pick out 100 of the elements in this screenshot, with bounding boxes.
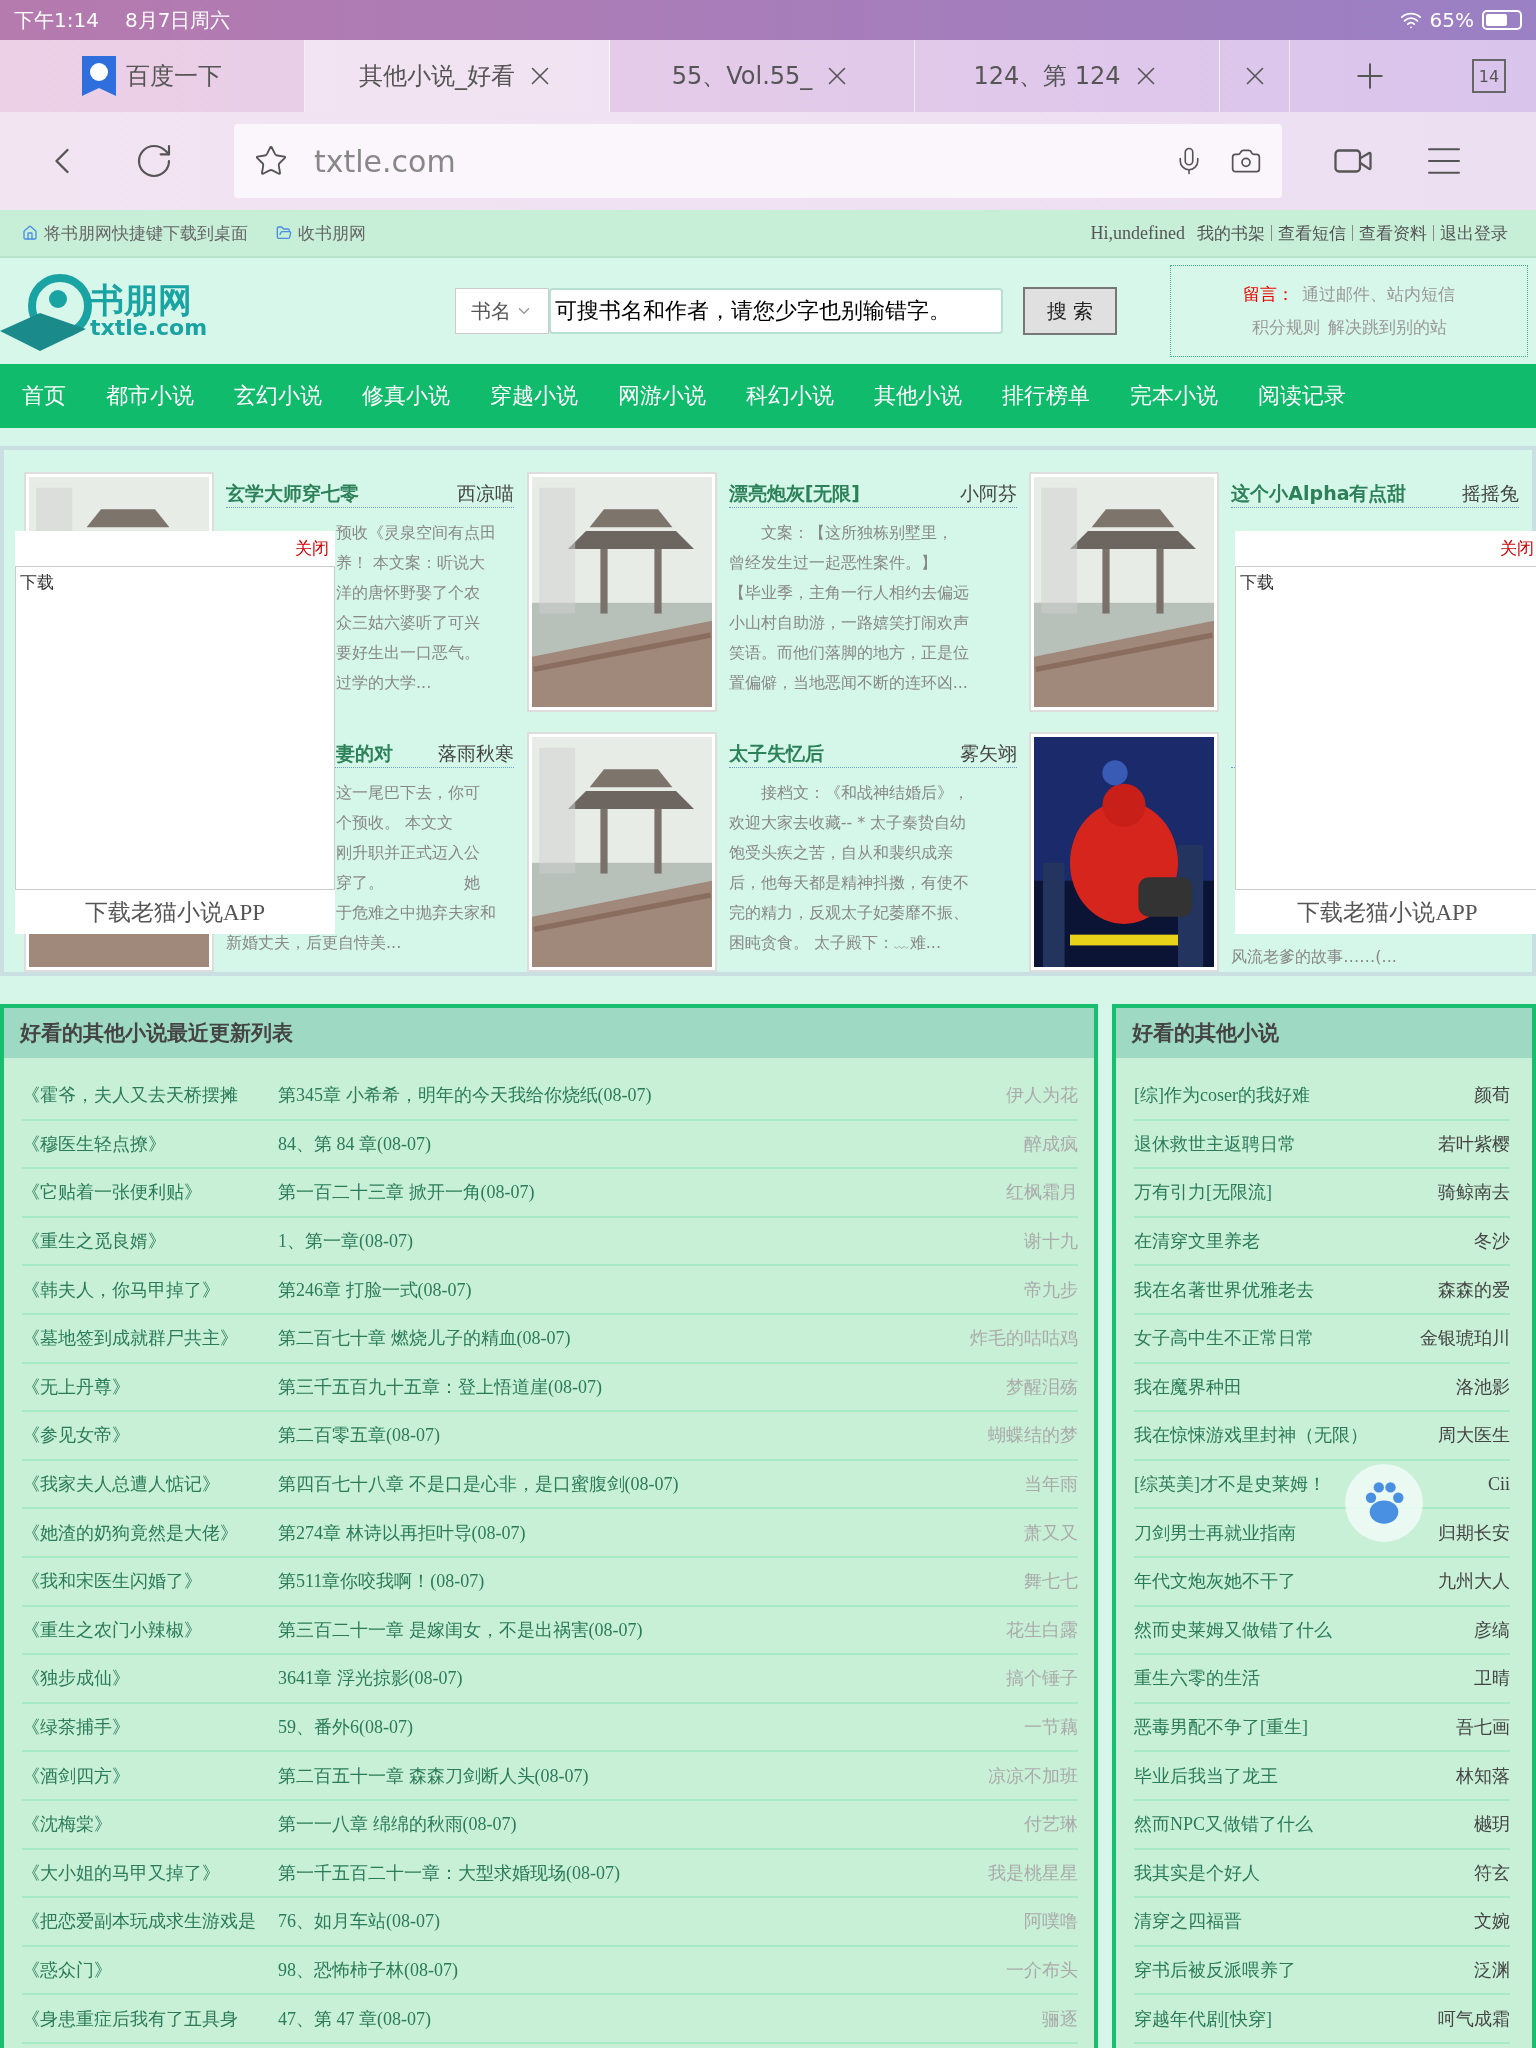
book-title[interactable]: [综英美]才不是史莱姆！ bbox=[1134, 1472, 1326, 1497]
account-link[interactable]: 查看短信 bbox=[1271, 225, 1352, 241]
book-title[interactable]: 《把恋爱副本玩成求生游戏是 bbox=[22, 1909, 278, 1934]
chapter-link[interactable]: 第四百七十八章 不是口是心非，是口蜜腹剑(08-07) bbox=[278, 1472, 1024, 1497]
chapter-link[interactable]: 98、恐怖柿子林(08-07) bbox=[278, 1958, 1006, 1982]
book-title[interactable]: 《独步成仙》 bbox=[22, 1666, 278, 1691]
notice-link[interactable]: 解决跳到别的站 bbox=[1327, 316, 1447, 339]
book-title[interactable]: 我其实是个好人 bbox=[1134, 1860, 1260, 1885]
chapter-link[interactable]: 第二百零五章(08-07) bbox=[278, 1423, 988, 1448]
book-title[interactable]: 《墓地签到成就群尸共主》 bbox=[22, 1326, 278, 1351]
nav-link[interactable]: 其他小说 bbox=[874, 381, 962, 411]
book-title[interactable]: 《我和宋医生闪婚了》 bbox=[22, 1569, 278, 1594]
tab-count[interactable]: 14 bbox=[1472, 59, 1506, 93]
nav-link[interactable]: 穿越小说 bbox=[490, 381, 578, 411]
book-title[interactable]: 《我家夫人总遭人惦记》 bbox=[22, 1472, 278, 1497]
nav-link[interactable]: 科幻小说 bbox=[746, 381, 834, 411]
book-title[interactable]: 《惑众门》 bbox=[22, 1958, 278, 1982]
top-link[interactable]: 将书朋网快捷键下载到桌面 bbox=[22, 221, 248, 245]
book-title[interactable]: 然而史莱姆又做错了什么 bbox=[1134, 1617, 1332, 1642]
panel-title: 好看的其他小说最近更新列表 bbox=[4, 1008, 1094, 1058]
book-title[interactable]: 这个小Alpha有点甜 bbox=[1231, 481, 1407, 507]
notice-link[interactable]: 积分规则 bbox=[1251, 316, 1320, 339]
book-title[interactable]: 《酒剑四方》 bbox=[22, 1763, 278, 1788]
book-title[interactable]: 穿书后被反派喂养了 bbox=[1134, 1958, 1296, 1982]
book-title[interactable]: 刀剑男士再就业指南 bbox=[1134, 1520, 1296, 1545]
search-field[interactable]: 可搜书名和作者，请您少字也别输错字。 bbox=[549, 288, 1003, 334]
close-link[interactable]: 关闭 bbox=[289, 531, 335, 566]
book-title[interactable]: 《身患重症后我有了五具身 bbox=[22, 2006, 278, 2031]
book-title[interactable]: 女子高中生不正常日常 bbox=[1134, 1326, 1314, 1351]
nav-link[interactable]: 首页 bbox=[22, 381, 66, 411]
chapter-link[interactable]: 76、如月车站(08-07) bbox=[278, 1909, 1024, 1934]
book-title[interactable]: 妻的对 bbox=[336, 741, 393, 767]
book-summary-line: 这一尾巴下去，你可 bbox=[336, 782, 481, 804]
address-bar[interactable]: txtle.com bbox=[234, 124, 1282, 198]
book-title[interactable]: 漂亮炮灰[无限] bbox=[728, 481, 861, 507]
nav-link[interactable]: 玄幻小说 bbox=[234, 381, 322, 411]
book-title[interactable]: 年代文炮灰她不干了 bbox=[1134, 1569, 1296, 1594]
chapter-link[interactable]: 第345章 小希希，明年的今天我给你烧纸(08-07) bbox=[278, 1083, 1006, 1108]
account-link[interactable]: 我的书架 bbox=[1191, 225, 1271, 241]
book-title[interactable]: 《霍爷，夫人又去天桥摆摊 bbox=[22, 1083, 278, 1108]
book-title[interactable]: 《重生之农门小辣椒》 bbox=[22, 1617, 278, 1642]
book-author: 洛池影 bbox=[1456, 1375, 1510, 1399]
close-link[interactable]: 关闭 bbox=[1494, 531, 1536, 566]
chapter-link[interactable]: 59、番外6(08-07) bbox=[278, 1715, 1024, 1739]
book-title[interactable]: 《沈梅棠》 bbox=[22, 1812, 278, 1837]
account-link[interactable]: 查看资料 bbox=[1352, 225, 1433, 241]
book-title[interactable]: 然而NPC又做错了什么 bbox=[1134, 1812, 1313, 1837]
chapter-link[interactable]: 3641章 浮光掠影(08-07) bbox=[278, 1666, 1006, 1691]
chapter-link[interactable]: 第274章 林诗以再拒叶导(08-07) bbox=[278, 1520, 1024, 1545]
chapter-link[interactable]: 第三千五百九十五章：登上悟道崖(08-07) bbox=[278, 1374, 1006, 1399]
book-title[interactable]: 清穿之四福晋 bbox=[1134, 1909, 1242, 1934]
book-title[interactable]: [综]作为coser的我好难 bbox=[1134, 1083, 1310, 1108]
chapter-link[interactable]: 84、第 84 章(08-07) bbox=[278, 1131, 1024, 1156]
book-title[interactable]: 穿越年代剧[快穿] bbox=[1134, 2006, 1272, 2031]
book-author: 雾矢翊 bbox=[959, 741, 1017, 766]
book-title[interactable]: 《参见女帝》 bbox=[22, 1423, 278, 1448]
chapter-link[interactable]: 1、第一章(08-07) bbox=[278, 1229, 1024, 1254]
nav-link[interactable]: 修真小说 bbox=[362, 381, 450, 411]
nav-link[interactable]: 排行榜单 bbox=[1002, 381, 1090, 411]
book-title[interactable]: 我在名著世界优雅老去 bbox=[1134, 1277, 1314, 1302]
chapter-link[interactable]: 第二百五十一章 森森刀剑断人头(08-07) bbox=[278, 1763, 988, 1788]
book-title[interactable]: 太子失忆后 bbox=[728, 741, 824, 767]
chapter-link[interactable]: 第一百二十三章 掀开一角(08-07) bbox=[278, 1180, 1006, 1205]
chapter-link[interactable]: 第一一八章 绵绵的秋雨(08-07) bbox=[278, 1812, 1024, 1837]
nav-link[interactable]: 网游小说 bbox=[618, 381, 706, 411]
chapter-link[interactable]: 第511章你咬我啊！(08-07) bbox=[278, 1569, 1024, 1594]
star-icon[interactable] bbox=[254, 144, 288, 178]
book-title[interactable]: 《大小姐的马甲又掉了》 bbox=[22, 1860, 278, 1885]
chapter-link[interactable]: 第二百七十章 燃烧儿子的精血(08-07) bbox=[278, 1326, 970, 1351]
book-title[interactable]: 在清穿文里养老 bbox=[1134, 1229, 1260, 1254]
chapter-link[interactable]: 第一千五百二十一章：大型求婚现场(08-07) bbox=[278, 1860, 988, 1885]
book-title[interactable]: 我在惊悚游戏里封神（无限） bbox=[1134, 1423, 1368, 1448]
chapter-link[interactable]: 第246章 打脸一式(08-07) bbox=[278, 1277, 1024, 1302]
book-title[interactable]: 重生六零的生活 bbox=[1134, 1666, 1260, 1691]
book-title[interactable]: 《重生之觅良婿》 bbox=[22, 1229, 278, 1254]
book-author: 我是桃星星 bbox=[988, 1861, 1078, 1885]
nav-link[interactable]: 完本小说 bbox=[1130, 381, 1218, 411]
book-title[interactable]: 万有引力[无限流] bbox=[1134, 1180, 1272, 1205]
chapter-link[interactable]: 第三百二十一章 是嫁闺女，不是出祸害(08-07) bbox=[278, 1617, 1006, 1642]
nav-link[interactable]: 都市小说 bbox=[106, 381, 194, 411]
book-title[interactable]: 《无上丹尊》 bbox=[22, 1374, 278, 1399]
search-button[interactable]: 搜 索 bbox=[1023, 287, 1117, 335]
top-link[interactable]: 收书朋网 bbox=[276, 221, 366, 245]
book-title[interactable]: 《她渣的奶狗竟然是大佬》 bbox=[22, 1520, 278, 1545]
download-app-link[interactable]: 下载老猫小说APP bbox=[1235, 890, 1536, 934]
book-title[interactable]: 我在魔界种田 bbox=[1134, 1374, 1242, 1399]
book-title[interactable]: 《韩夫人，你马甲掉了》 bbox=[22, 1277, 278, 1302]
book-title[interactable]: 毕业后我当了龙王 bbox=[1134, 1763, 1278, 1788]
download-app-link[interactable]: 下载老猫小说APP bbox=[15, 890, 335, 934]
book-title[interactable]: 退休救世主返聘日常 bbox=[1134, 1131, 1296, 1156]
book-title[interactable]: 玄学大师穿七零 bbox=[226, 481, 359, 507]
book-title[interactable]: 《绿茶捕手》 bbox=[22, 1715, 278, 1739]
book-title[interactable]: 《它贴着一张便利贴》 bbox=[22, 1180, 278, 1205]
book-title[interactable]: 恶毒男配不争了[重生] bbox=[1134, 1715, 1308, 1739]
account-link[interactable]: 退出登录 bbox=[1433, 225, 1514, 241]
browser-tab[interactable]: 其他小说_好看 bbox=[305, 40, 610, 112]
search-scope-select[interactable]: 书名 bbox=[455, 288, 549, 334]
nav-link[interactable]: 阅读记录 bbox=[1258, 381, 1346, 411]
book-title[interactable]: 《穆医生轻点撩》 bbox=[22, 1131, 278, 1156]
chapter-link[interactable]: 47、第 47 章(08-07) bbox=[278, 2006, 1042, 2031]
